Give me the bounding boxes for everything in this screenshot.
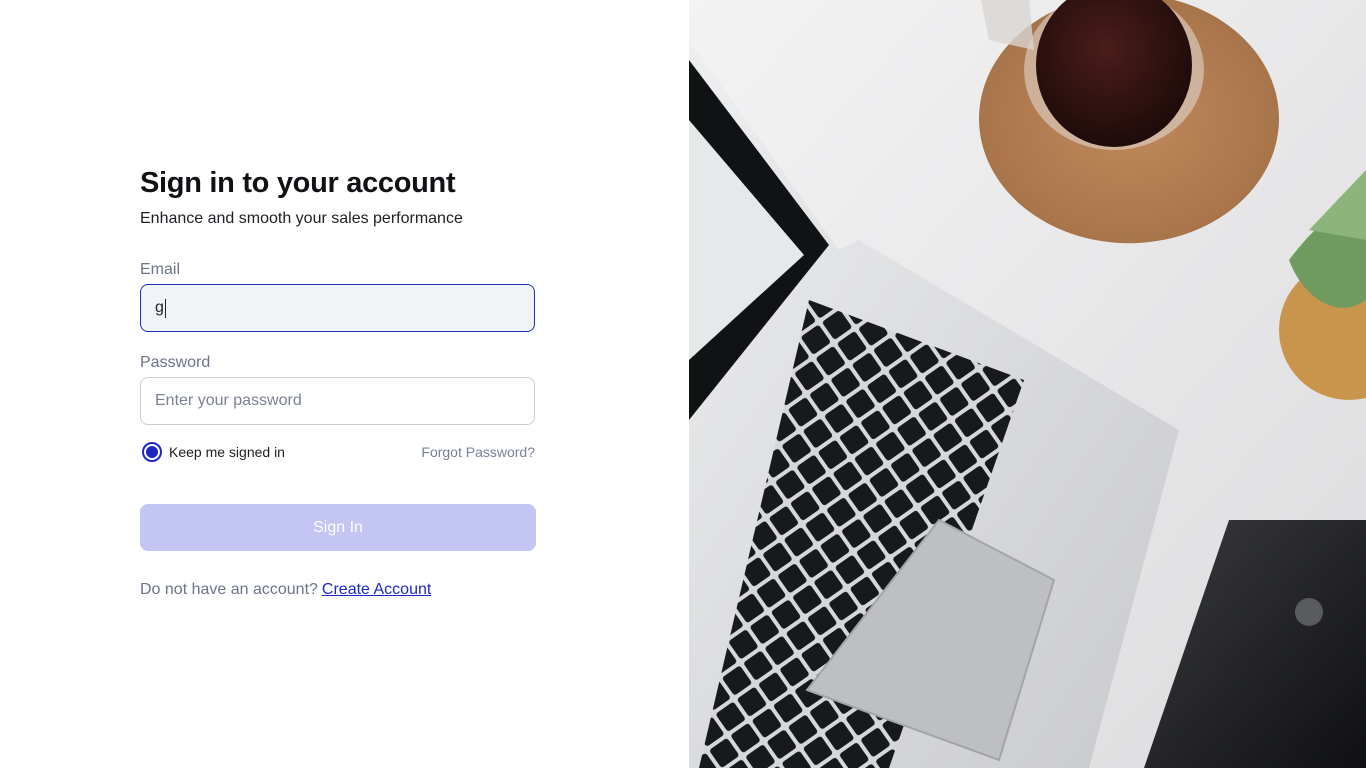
text-caret: [164, 298, 166, 318]
keep-signed-in-radio[interactable]: [142, 442, 162, 462]
coffee-cup-icon: [979, 0, 1279, 244]
hero-image: [689, 0, 1366, 768]
create-account-prompt: Do not have an account? Create Account: [140, 581, 431, 599]
options-row: Keep me signed in Forgot Password?: [140, 441, 535, 463]
password-placeholder: Enter your password: [155, 392, 302, 409]
page-subtitle: Enhance and smooth your sales performanc…: [140, 210, 463, 227]
sign-in-form: Sign in to your account Enhance and smoo…: [140, 165, 536, 598]
sign-in-button[interactable]: Sign In: [140, 504, 536, 551]
forgot-password-link[interactable]: Forgot Password?: [421, 444, 535, 460]
email-value: g: [155, 299, 164, 316]
email-field[interactable]: g: [140, 284, 535, 332]
page-title: Sign in to your account: [140, 167, 456, 199]
keep-signed-in-label: Keep me signed in: [169, 444, 285, 460]
sign-in-panel: Sign in to your account Enhance and smoo…: [0, 0, 689, 768]
create-account-link[interactable]: Create Account: [322, 581, 431, 598]
password-field[interactable]: Enter your password: [140, 377, 535, 425]
keep-signed-in-toggle[interactable]: Keep me signed in: [140, 442, 285, 462]
desk-photo-illustration: [689, 0, 1366, 768]
radio-selected-dot: [146, 446, 158, 458]
email-label: Email: [140, 261, 181, 278]
password-label: Password: [140, 354, 211, 371]
footer-text: Do not have an account?: [140, 581, 318, 598]
